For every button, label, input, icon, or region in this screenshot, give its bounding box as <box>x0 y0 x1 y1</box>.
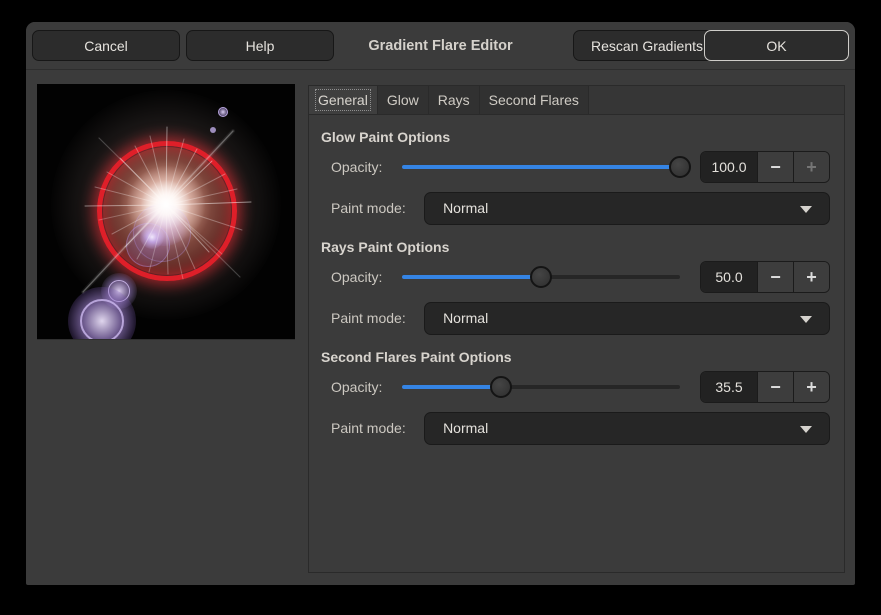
tab-glow[interactable]: Glow <box>378 86 429 114</box>
rays-opacity-row: Opacity: 50.0 − + <box>331 261 830 293</box>
second-flares-paint-mode-value: Normal <box>443 420 488 436</box>
second-flares-opacity-row: Opacity: 35.5 − + <box>331 371 830 403</box>
glow-section-heading: Glow Paint Options <box>321 129 830 145</box>
tab-glow-label: Glow <box>387 92 419 108</box>
second-flares-paint-mode-dropdown[interactable]: Normal <box>424 412 830 445</box>
tab-general-label: General <box>318 92 368 108</box>
glow-opacity-row: Opacity: 100.0 − + <box>331 151 830 183</box>
rays-paint-mode-dropdown[interactable]: Normal <box>424 302 830 335</box>
plus-icon[interactable]: + <box>793 372 829 402</box>
slider-fill <box>402 165 680 169</box>
rays-opacity-input[interactable]: 50.0 <box>701 262 757 292</box>
rays-paint-mode-label: Paint mode: <box>331 310 424 326</box>
rays-paint-mode-value: Normal <box>443 310 488 326</box>
glow-opacity-label: Opacity: <box>331 159 402 175</box>
header-bar: Gradient Flare Editor Cancel Help Rescan… <box>26 22 855 70</box>
second-flare-dot-small <box>210 127 216 133</box>
slider-handle[interactable] <box>490 376 512 398</box>
slider-fill <box>402 385 501 389</box>
rescan-gradients-button[interactable]: Rescan Gradients <box>573 30 721 61</box>
flare-core-glow-shape <box>126 165 206 245</box>
second-flares-paint-mode-row: Paint mode: Normal <box>331 411 830 445</box>
minus-icon[interactable]: − <box>757 262 793 292</box>
glow-opacity-input[interactable]: 100.0 <box>701 152 757 182</box>
tab-second-flares-label: Second Flares <box>489 92 579 108</box>
chevron-down-icon <box>800 426 812 433</box>
rays-paint-mode-row: Paint mode: Normal <box>331 301 830 335</box>
glow-paint-mode-dropdown[interactable]: Normal <box>424 192 830 225</box>
second-flares-section-heading: Second Flares Paint Options <box>321 349 830 365</box>
tab-general[interactable]: General <box>309 86 378 114</box>
ok-button[interactable]: OK <box>704 30 849 61</box>
cancel-button[interactable]: Cancel <box>32 30 180 61</box>
second-flare-dot-large <box>218 107 228 117</box>
second-flares-opacity-spinbox: 35.5 − + <box>700 371 830 403</box>
tab-second-flares[interactable]: Second Flares <box>480 86 589 114</box>
glow-opacity-slider[interactable] <box>402 154 680 180</box>
rays-opacity-spinbox: 50.0 − + <box>700 261 830 293</box>
plus-icon[interactable]: + <box>793 152 829 182</box>
tab-strip: General Glow Rays Second Flares <box>309 86 844 115</box>
chevron-down-icon <box>800 206 812 213</box>
glow-paint-mode-row: Paint mode: Normal <box>331 191 830 225</box>
help-button[interactable]: Help <box>186 30 334 61</box>
second-flares-opacity-input[interactable]: 35.5 <box>701 372 757 402</box>
tab-strip-filler <box>589 86 844 114</box>
second-flare-large-ring <box>80 299 124 340</box>
plus-icon[interactable]: + <box>793 262 829 292</box>
slider-fill <box>402 275 541 279</box>
glow-paint-mode-value: Normal <box>443 200 488 216</box>
general-tab-content: Glow Paint Options Opacity: 100.0 − + Pa… <box>309 115 844 445</box>
second-flares-opacity-label: Opacity: <box>331 379 402 395</box>
minus-icon[interactable]: − <box>757 152 793 182</box>
notebook-frame: General Glow Rays Second Flares Glow Pai… <box>308 85 845 573</box>
rays-opacity-slider[interactable] <box>402 264 680 290</box>
second-flares-opacity-slider[interactable] <box>402 374 680 400</box>
tab-rays[interactable]: Rays <box>429 86 480 114</box>
chevron-down-icon <box>800 316 812 323</box>
slider-handle[interactable] <box>669 156 691 178</box>
tab-rays-label: Rays <box>438 92 470 108</box>
gradient-flare-editor-dialog: Gradient Flare Editor Cancel Help Rescan… <box>26 22 855 585</box>
minus-icon[interactable]: − <box>757 372 793 402</box>
second-flares-paint-mode-label: Paint mode: <box>331 420 424 436</box>
glow-opacity-spinbox: 100.0 − + <box>700 151 830 183</box>
glow-paint-mode-label: Paint mode: <box>331 200 424 216</box>
slider-handle[interactable] <box>530 266 552 288</box>
rays-opacity-label: Opacity: <box>331 269 402 285</box>
rays-section-heading: Rays Paint Options <box>321 239 830 255</box>
flare-preview <box>37 84 295 340</box>
